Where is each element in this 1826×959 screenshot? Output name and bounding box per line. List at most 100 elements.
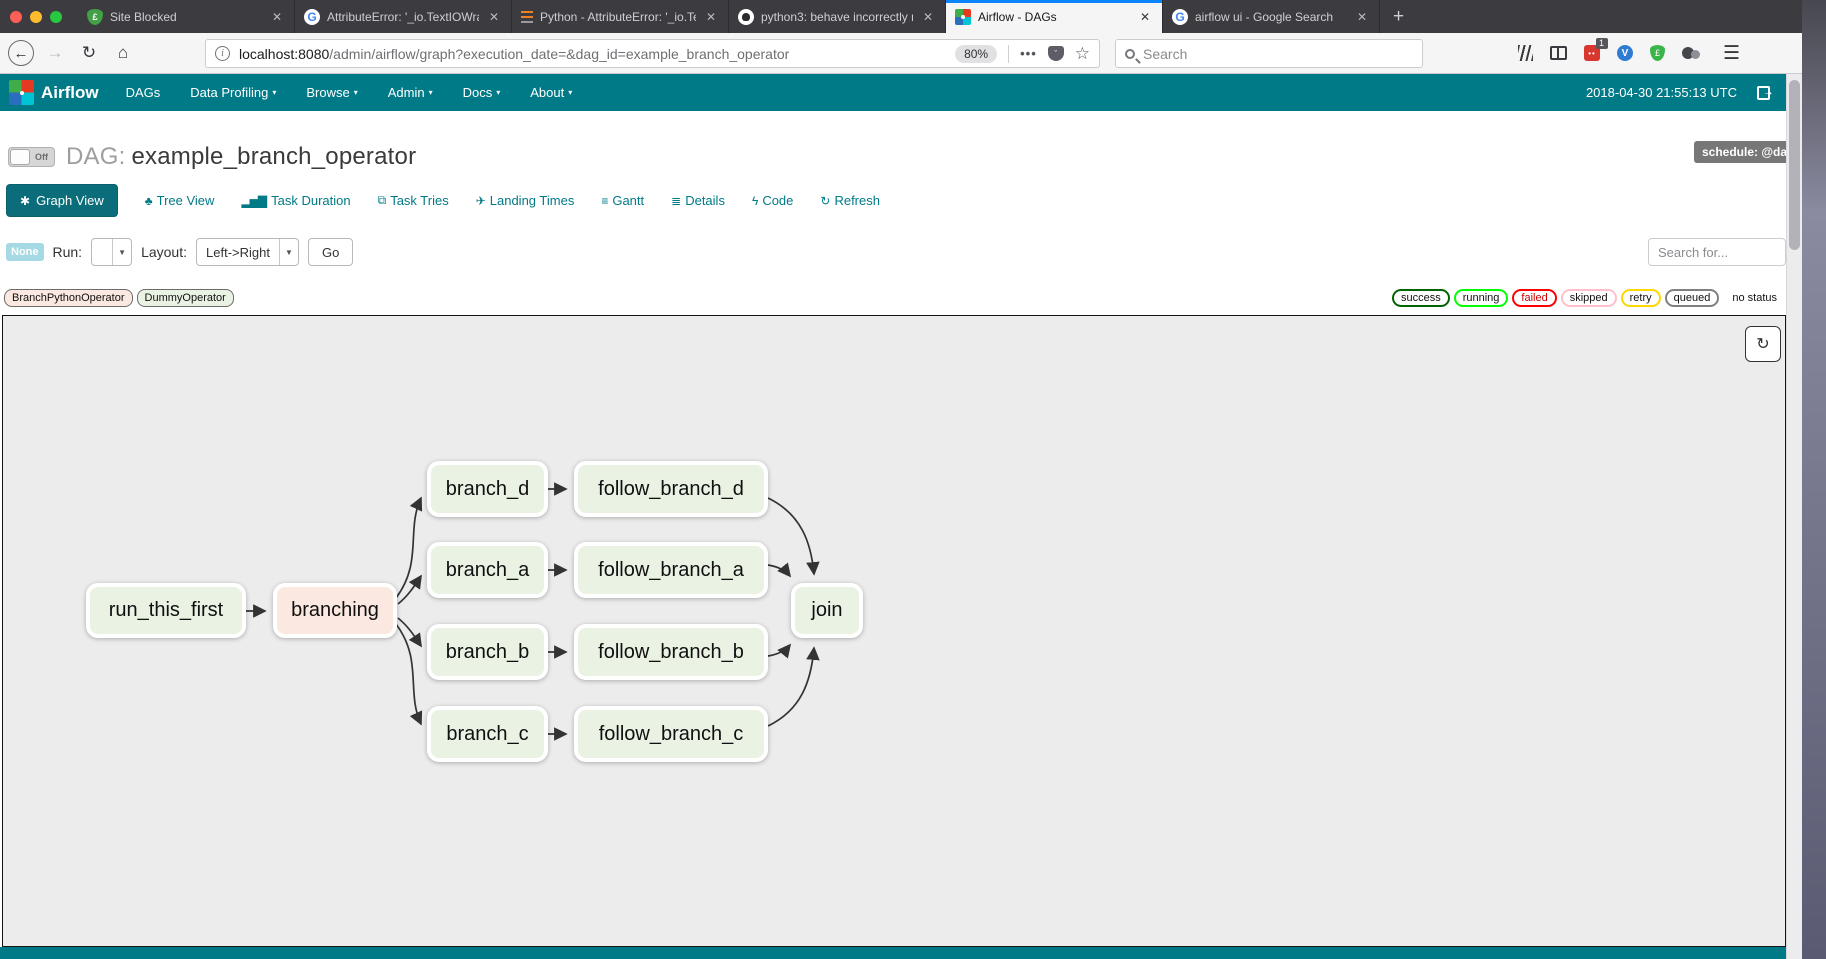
- view-tabs: ✱Graph View ♣Tree View ▂▅▇Task Duration ⧉Ta…: [6, 184, 880, 217]
- go-button[interactable]: Go: [308, 238, 353, 266]
- state-legend: successrunningfailedskippedretryqueuedno…: [1392, 289, 1786, 307]
- ghostery-extension-icon[interactable]: [1682, 45, 1700, 61]
- reload-button[interactable]: ↻: [72, 43, 106, 63]
- view-tab-graph-view[interactable]: ✱Graph View: [6, 184, 118, 217]
- view-tab-gantt[interactable]: ≡Gantt: [601, 193, 644, 208]
- url-bar[interactable]: i localhost:8080/admin/airflow/graph?exe…: [205, 39, 1100, 68]
- tab-close-icon[interactable]: ✕: [1354, 8, 1370, 26]
- home-button[interactable]: ⌂: [106, 43, 140, 63]
- graph-node-branch_d[interactable]: branch_d: [427, 461, 548, 517]
- sidebar-icon[interactable]: [1550, 46, 1567, 60]
- nav-item-label: Admin: [388, 85, 425, 100]
- shield-extension-icon[interactable]: £: [1650, 45, 1665, 61]
- forward-button[interactable]: →: [38, 43, 72, 63]
- code-icon: ϟ: [752, 194, 757, 208]
- browser-tab[interactable]: python3: behave incorrectly mo✕: [729, 0, 946, 33]
- scrollbar-thumb[interactable]: [1789, 80, 1800, 250]
- page-scrollbar[interactable]: [1786, 74, 1802, 959]
- nav-item-browse[interactable]: Browse▾: [291, 74, 372, 111]
- stackoverflow-favicon: [521, 11, 533, 23]
- view-tab-label: Tree View: [157, 193, 215, 208]
- dag-pause-toggle[interactable]: Off: [8, 147, 55, 167]
- browser-tab[interactable]: GAttributeError: '_io.TextIOWrapp✕: [295, 0, 512, 33]
- view-tab-label: Code: [762, 193, 793, 208]
- state-badge: queued: [1665, 289, 1720, 307]
- nav-item-label: DAGs: [126, 85, 161, 100]
- view-tab-task-tries[interactable]: ⧉Task Tries: [378, 193, 449, 208]
- window-close-button[interactable]: [10, 11, 22, 23]
- view-tab-label: Landing Times: [490, 193, 575, 208]
- browser-tab[interactable]: Gairflow ui - Google Search✕: [1163, 0, 1380, 33]
- nav-item-dags[interactable]: DAGs: [111, 74, 176, 111]
- navbar-right: 2018-04-30 21:55:13 UTC: [1586, 85, 1786, 100]
- nav-item-label: Docs: [463, 85, 493, 100]
- graph-node-follow_branch_c[interactable]: follow_branch_c: [574, 706, 768, 762]
- window-zoom-button[interactable]: [50, 11, 62, 23]
- graph-node-branch_a[interactable]: branch_a: [427, 542, 548, 598]
- chevron-down-icon: ▾: [496, 88, 500, 97]
- browser-tab[interactable]: £Site Blocked✕: [78, 0, 295, 33]
- graph-node-follow_branch_b[interactable]: follow_branch_b: [574, 624, 768, 680]
- nav-item-docs[interactable]: Docs▾: [448, 74, 516, 111]
- search-icon: [1125, 49, 1135, 59]
- tab-title: airflow ui - Google Search: [1195, 10, 1347, 24]
- graph-node-run_this_first[interactable]: run_this_first: [86, 583, 246, 638]
- view-tab-tree-view[interactable]: ♣Tree View: [145, 193, 215, 208]
- graph-node-branch_c[interactable]: branch_c: [427, 706, 548, 762]
- state-badge: running: [1454, 289, 1509, 307]
- tab-close-icon[interactable]: ✕: [920, 8, 936, 26]
- pocket-icon[interactable]: ˇ: [1048, 46, 1064, 61]
- url-bar-actions: 80% ••• ˇ ☆: [955, 44, 1090, 64]
- task-search-input[interactable]: [1648, 238, 1786, 266]
- back-button[interactable]: ←: [8, 40, 34, 66]
- tab-title: AttributeError: '_io.TextIOWrapp: [327, 10, 479, 24]
- tab-close-icon[interactable]: ✕: [1137, 8, 1153, 26]
- site-info-icon[interactable]: i: [215, 46, 230, 61]
- tab-close-icon[interactable]: ✕: [486, 8, 502, 26]
- bookmark-star-icon[interactable]: ☆: [1075, 44, 1090, 64]
- graph-node-branching[interactable]: branching: [273, 583, 397, 638]
- view-tab-landing-times[interactable]: ✈Landing Times: [476, 193, 575, 208]
- window-minimize-button[interactable]: [30, 11, 42, 23]
- shield-favicon: £: [87, 9, 103, 25]
- zoom-level-badge[interactable]: 80%: [955, 45, 997, 63]
- nav-item-label: Browse: [306, 85, 349, 100]
- graph-node-branch_b[interactable]: branch_b: [427, 624, 548, 680]
- view-tab-refresh[interactable]: ↻Refresh: [820, 193, 880, 208]
- new-tab-button[interactable]: +: [1380, 0, 1417, 33]
- airflow-navbar: Airflow DAGsData Profiling▾Browse▾Admin▾…: [0, 74, 1786, 111]
- run-label: Run:: [53, 244, 83, 260]
- graph-refresh-button[interactable]: ↻: [1745, 326, 1781, 362]
- nav-item-about[interactable]: About▾: [515, 74, 587, 111]
- graph-node-join[interactable]: join: [791, 583, 863, 638]
- layout-select[interactable]: Left->Right ▼: [196, 238, 299, 266]
- state-badge: no status: [1723, 289, 1786, 307]
- view-tab-label: Task Duration: [271, 193, 350, 208]
- page-actions-icon[interactable]: •••: [1020, 46, 1037, 61]
- view-tab-task-duration[interactable]: ▂▅▇Task Duration: [241, 193, 350, 208]
- nav-item-data-profiling[interactable]: Data Profiling▾: [175, 74, 291, 111]
- chevron-down-icon: ▾: [429, 88, 433, 97]
- hamburger-menu-icon[interactable]: ☰: [1723, 42, 1740, 65]
- graph-node-follow_branch_a[interactable]: follow_branch_a: [574, 542, 768, 598]
- chevron-down-icon: ▼: [112, 239, 131, 265]
- dag-edges: [3, 316, 1787, 948]
- nav-item-admin[interactable]: Admin ▾: [373, 74, 448, 111]
- airflow-brand[interactable]: Airflow: [0, 80, 111, 105]
- view-tab-code[interactable]: ϟ Code: [752, 193, 793, 208]
- tab-title: Airflow - DAGs: [978, 10, 1130, 24]
- vimium-extension-icon[interactable]: V: [1617, 45, 1633, 61]
- dag-graph-canvas[interactable]: run_this_first branching branch_d follow_br…: [2, 315, 1786, 947]
- library-icon[interactable]: [1518, 45, 1533, 61]
- tab-close-icon[interactable]: ✕: [703, 8, 719, 26]
- browser-search-input[interactable]: [1143, 46, 1413, 62]
- browser-tab[interactable]: Python - AttributeError: '_io.Te✕: [512, 0, 729, 33]
- view-tab-details[interactable]: ≣Details: [671, 193, 725, 208]
- graph-node-follow_branch_d[interactable]: follow_branch_d: [574, 461, 768, 517]
- logout-icon[interactable]: [1757, 86, 1770, 100]
- divider: [1008, 45, 1009, 63]
- extension-icon[interactable]: ••1: [1584, 45, 1600, 61]
- browser-tab[interactable]: Airflow - DAGs ✕: [946, 0, 1163, 33]
- tab-close-icon[interactable]: ✕: [269, 8, 285, 26]
- run-select[interactable]: ▼: [91, 238, 132, 266]
